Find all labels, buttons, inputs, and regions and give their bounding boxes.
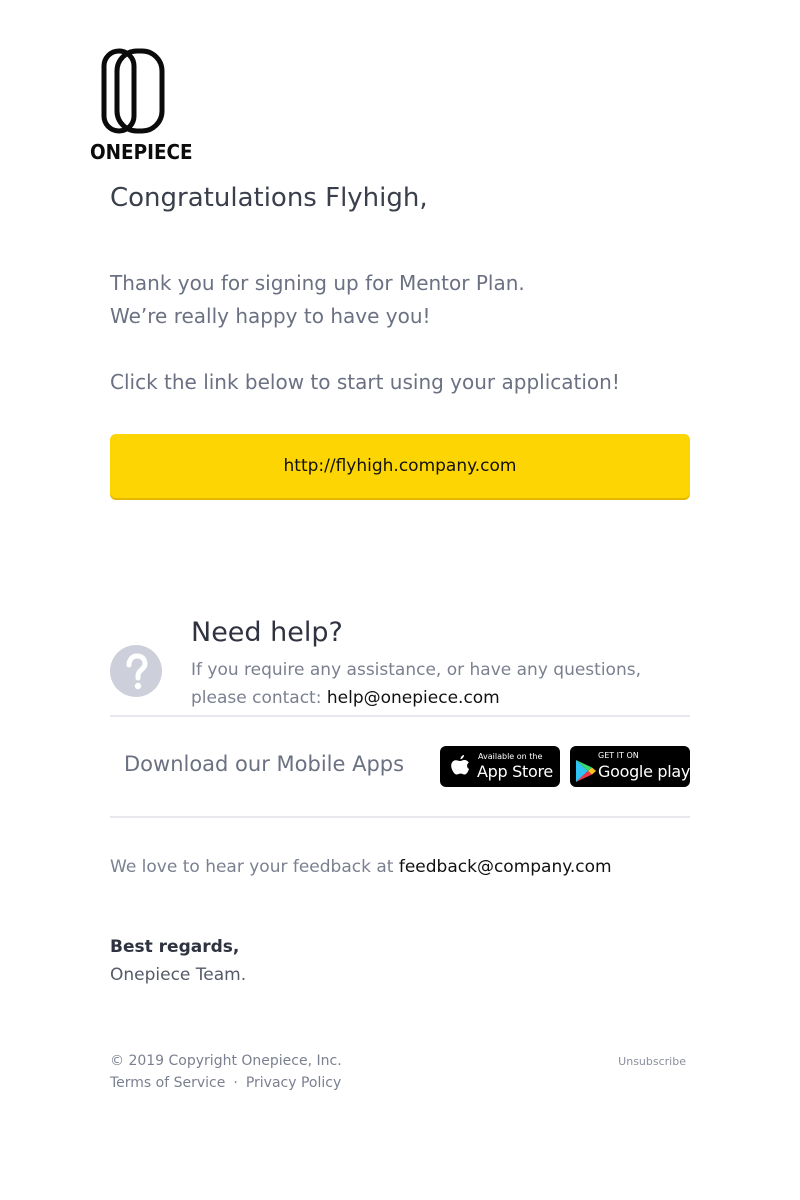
paperclip-logo-icon — [101, 48, 165, 134]
terms-of-service-link[interactable]: Terms of Service — [110, 1075, 225, 1091]
footer-separator: · — [233, 1075, 238, 1091]
feedback-text: We love to hear your feedback at — [110, 857, 394, 877]
instruction-text: Click the link below to start using your… — [110, 370, 620, 394]
brand-name: ONEPIECE — [90, 140, 193, 164]
signup-thanks-text: Thank you for signing up for Mentor Plan… — [110, 271, 525, 295]
google-play-icon — [576, 760, 596, 782]
greeting-heading: Congratulations Flyhigh, — [110, 183, 428, 213]
question-circle-icon — [110, 645, 162, 697]
unsubscribe-link[interactable]: Unsubscribe — [618, 1055, 686, 1068]
team-signature: Onepiece Team. — [110, 965, 247, 985]
feedback-email-link[interactable]: feedback@company.com — [399, 857, 612, 877]
google-play-button[interactable]: GET IT ON Google play — [570, 746, 690, 787]
app-store-small-text: Available on the — [478, 752, 543, 761]
app-store-big-text: App Store — [477, 762, 553, 781]
divider — [110, 715, 690, 717]
help-heading: Need help? — [191, 617, 343, 648]
app-store-button[interactable]: Available on the App Store — [440, 746, 560, 787]
regards-text: Best regards, — [110, 937, 240, 957]
help-description: If you require any assistance, or have a… — [191, 656, 691, 712]
application-link-button[interactable]: http://flyhigh.company.com — [110, 434, 690, 498]
privacy-policy-link[interactable]: Privacy Policy — [246, 1075, 341, 1091]
help-email-link[interactable]: help@onepiece.com — [327, 688, 500, 708]
divider — [110, 816, 690, 818]
google-play-big-text: Google play — [598, 762, 690, 781]
mobile-apps-label: Download our Mobile Apps — [124, 752, 405, 776]
feedback-line: We love to hear your feedback at feedbac… — [110, 857, 612, 877]
happy-text: We’re really happy to have you! — [110, 304, 431, 328]
copyright-text: © 2019 Copyright Onepiece, Inc. — [110, 1053, 342, 1069]
footer-links: Terms of Service · Privacy Policy — [110, 1075, 341, 1091]
google-play-small-text: GET IT ON — [598, 751, 639, 760]
apple-icon — [451, 755, 469, 775]
